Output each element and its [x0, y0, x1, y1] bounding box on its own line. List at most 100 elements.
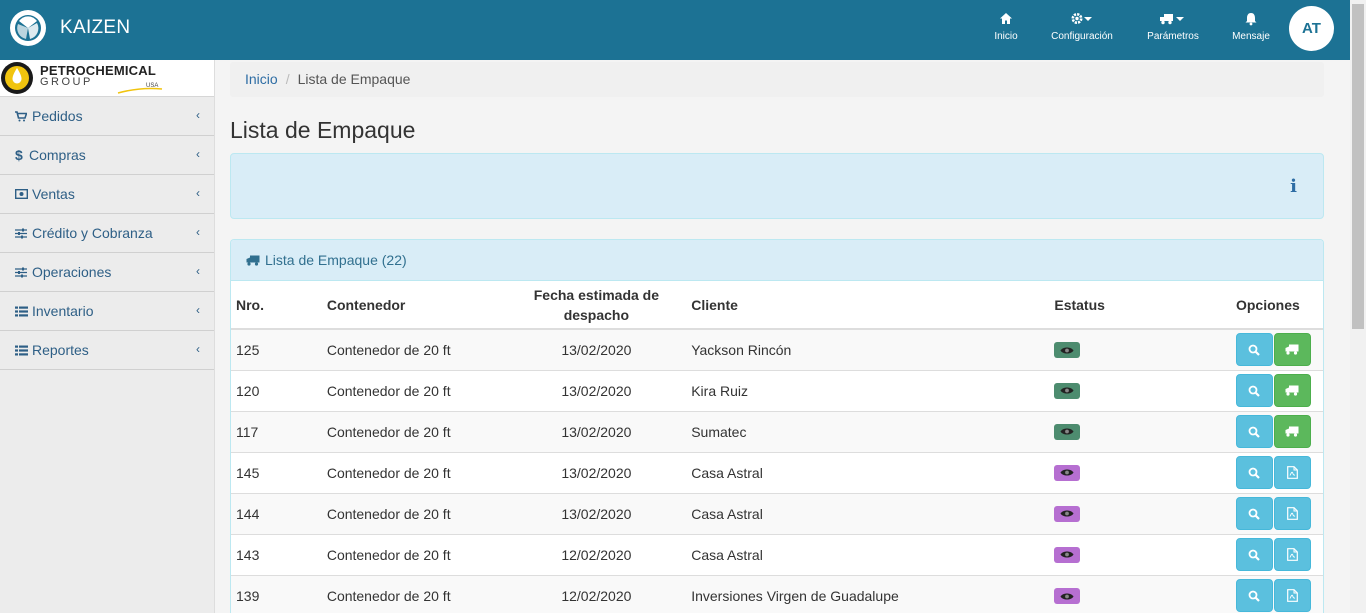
- cell-contenedor: Contenedor de 20 ft: [321, 451, 507, 493]
- cell-estatus: [1049, 369, 1231, 411]
- eye-icon: [1060, 550, 1074, 559]
- list-icon: [15, 345, 29, 356]
- panel-heading: Lista de Empaque (22): [231, 240, 1323, 281]
- status-badge[interactable]: [1054, 505, 1081, 522]
- view-button[interactable]: [1235, 415, 1273, 448]
- sidebar-item-inventario[interactable]: Inventario ‹: [0, 292, 214, 331]
- search-icon: [1248, 344, 1261, 356]
- view-button[interactable]: [1235, 333, 1273, 367]
- truck-icon: [1145, 12, 1201, 28]
- col-header-fecha-line1: Fecha estimada de: [533, 286, 660, 303]
- dispatch-button[interactable]: [1273, 374, 1311, 407]
- cell-estatus: [1049, 574, 1231, 613]
- cell-contenedor: Contenedor de 20 ft: [321, 410, 507, 452]
- breadcrumb-home-link[interactable]: Inicio: [245, 71, 278, 87]
- breadcrumb-separator: /: [285, 71, 290, 87]
- chevron-left-icon: ‹: [196, 264, 200, 278]
- col-header-contenedor[interactable]: Contenedor: [321, 281, 507, 330]
- sidebar-item-label: Crédito y Cobranza: [32, 225, 153, 241]
- pdf-button[interactable]: [1273, 497, 1311, 530]
- page-scrollbar[interactable]: [1350, 0, 1366, 613]
- cell-nro: 139: [231, 574, 322, 613]
- cell-estatus: [1049, 328, 1231, 370]
- view-button[interactable]: [1235, 579, 1273, 613]
- col-header-nro[interactable]: Nro.: [231, 281, 322, 330]
- page-title: Lista de Empaque: [230, 117, 416, 143]
- packing-list-table: Nro. Contenedor Fecha estimada de despach…: [231, 281, 1323, 613]
- search-icon: [1248, 385, 1261, 397]
- cell-cliente: Inversiones Virgen de Guadalupe: [686, 574, 1050, 613]
- chevron-left-icon: ‹: [196, 108, 200, 122]
- nav-label: Mensaje: [1232, 31, 1270, 42]
- pdf-button[interactable]: [1273, 456, 1311, 489]
- dispatch-button[interactable]: [1273, 415, 1311, 448]
- view-button[interactable]: [1235, 456, 1273, 489]
- nav-inicio[interactable]: Inicio: [990, 12, 1022, 42]
- sidebar-item-credito-cobranza[interactable]: Crédito y Cobranza ‹: [0, 214, 214, 253]
- nav-label: Parámetros: [1147, 31, 1199, 42]
- company-logo: PETROCHEMICAL GROUP USA: [0, 60, 214, 97]
- view-button[interactable]: [1235, 497, 1273, 530]
- status-badge[interactable]: [1054, 382, 1081, 399]
- cell-cliente: Kira Ruiz: [686, 369, 1050, 411]
- cell-cliente: Yackson Rincón: [686, 328, 1050, 370]
- cell-opciones: [1230, 451, 1323, 493]
- packing-list-panel: Lista de Empaque (22) Nro. Contenedor Fe…: [230, 239, 1324, 613]
- list-icon: [15, 306, 29, 317]
- dispatch-button[interactable]: [1273, 333, 1311, 367]
- sidebar-item-compras[interactable]: $ Compras ‹: [0, 136, 214, 175]
- view-button[interactable]: [1235, 538, 1273, 571]
- cell-nro: 120: [231, 369, 322, 411]
- col-header-fecha[interactable]: Fecha estimada de despacho: [506, 281, 687, 330]
- eye-icon: [1060, 592, 1074, 601]
- cell-cliente: Casa Astral: [686, 533, 1050, 575]
- table-row: 145 Contenedor de 20 ft 13/02/2020 Casa …: [231, 451, 1323, 493]
- cell-opciones: [1230, 369, 1323, 411]
- eye-icon: [1060, 468, 1074, 477]
- sidebar-item-ventas[interactable]: Ventas ‹: [0, 175, 214, 214]
- sidebar-item-operaciones[interactable]: Operaciones ‹: [0, 253, 214, 292]
- brand[interactable]: KAIZEN: [10, 10, 130, 46]
- sidebar-item-reportes[interactable]: Reportes ‹: [0, 331, 214, 370]
- nav-mensaje[interactable]: Mensaje: [1230, 12, 1272, 42]
- search-icon: [1248, 549, 1261, 561]
- search-icon: [1248, 467, 1261, 479]
- truck-icon: [246, 255, 260, 266]
- status-badge[interactable]: [1054, 546, 1081, 563]
- cell-opciones: [1230, 574, 1323, 613]
- home-icon: [990, 12, 1022, 28]
- breadcrumb: Inicio / Lista de Empaque: [230, 62, 1324, 97]
- eye-icon: [1060, 427, 1074, 436]
- status-badge[interactable]: [1054, 464, 1081, 481]
- bell-icon: [1230, 12, 1272, 28]
- cart-icon: [15, 110, 29, 122]
- view-button[interactable]: [1235, 374, 1273, 407]
- sidebar-item-label: Inventario: [32, 303, 94, 319]
- status-badge[interactable]: [1054, 423, 1081, 440]
- nav-configuracion[interactable]: Configuración: [1048, 12, 1116, 42]
- cell-opciones: [1230, 533, 1323, 575]
- col-header-opciones: Opciones: [1230, 281, 1323, 330]
- pdf-file-icon: [1287, 548, 1298, 561]
- chevron-left-icon: ‹: [196, 147, 200, 161]
- user-avatar[interactable]: AT: [1289, 6, 1334, 51]
- nav-parametros[interactable]: Parámetros: [1145, 12, 1201, 42]
- truck-icon: [1285, 385, 1299, 396]
- status-badge[interactable]: [1054, 588, 1081, 604]
- money-icon: [15, 189, 29, 199]
- sidebar-item-pedidos[interactable]: Pedidos ‹: [0, 97, 214, 136]
- table-row: 117 Contenedor de 20 ft 13/02/2020 Sumat…: [231, 410, 1323, 452]
- table-row: 125 Contenedor de 20 ft 13/02/2020 Yacks…: [231, 328, 1323, 370]
- pdf-button[interactable]: [1273, 538, 1311, 571]
- pdf-button[interactable]: [1273, 579, 1311, 613]
- cell-estatus: [1049, 492, 1231, 534]
- search-icon: [1248, 590, 1261, 602]
- cell-estatus: [1049, 410, 1231, 452]
- status-badge[interactable]: [1054, 342, 1081, 358]
- col-header-cliente[interactable]: Cliente: [686, 281, 1050, 330]
- company-sub: GROUP: [40, 76, 93, 88]
- col-header-estatus[interactable]: Estatus: [1049, 281, 1231, 330]
- cell-fecha: 13/02/2020: [506, 492, 687, 534]
- scrollbar-thumb[interactable]: [1352, 4, 1364, 329]
- info-icon[interactable]: i: [1290, 176, 1297, 197]
